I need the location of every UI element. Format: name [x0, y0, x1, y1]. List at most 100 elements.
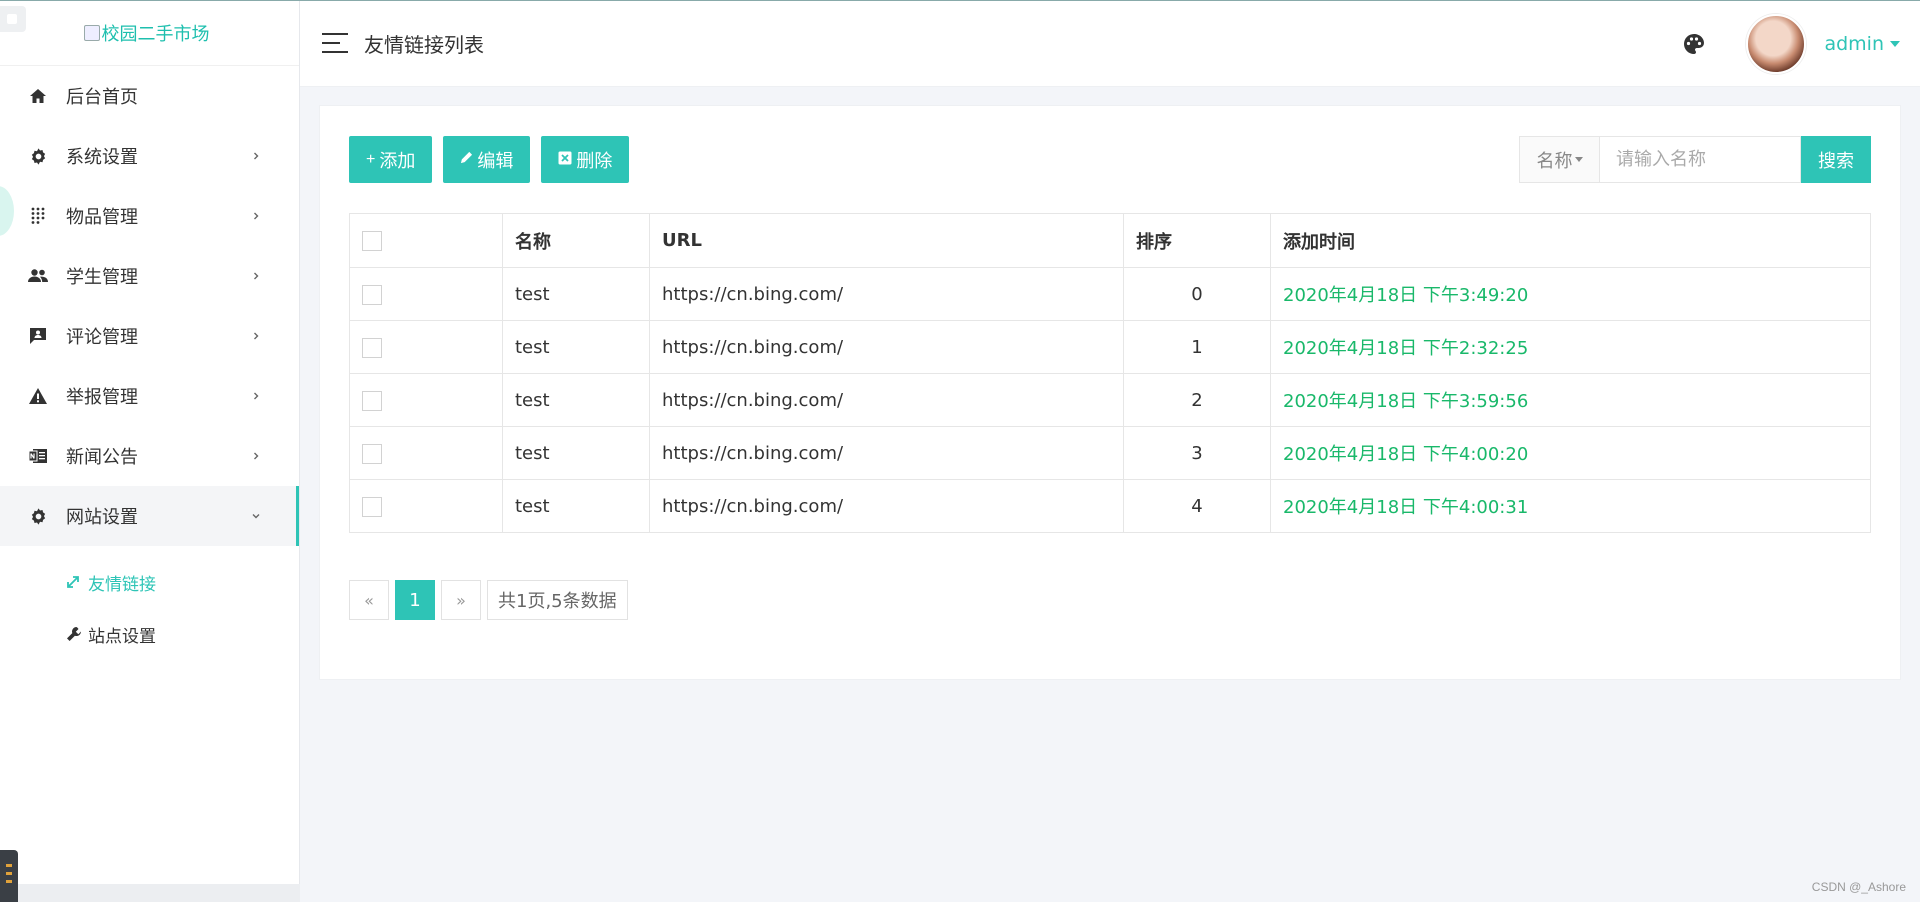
search-button[interactable]: 搜索: [1801, 136, 1871, 183]
cell-order: 2: [1123, 373, 1271, 427]
table-row[interactable]: test https://cn.bing.com/ 3 2020年4月18日 下…: [349, 426, 1871, 480]
sidebar-item-comments[interactable]: 评论管理: [0, 306, 299, 366]
table-row[interactable]: test https://cn.bing.com/ 4 2020年4月18日 下…: [349, 479, 1871, 533]
chevron-right-icon: [254, 452, 259, 460]
sidebar-item-news[interactable]: 新闻公告: [0, 426, 299, 486]
column-header-time[interactable]: 添加时间: [1270, 213, 1871, 268]
cell-order: 0: [1123, 267, 1271, 321]
warning-icon: [28, 386, 48, 406]
chevron-right-icon: [254, 272, 259, 280]
sidebar-item-label: 新闻公告: [66, 447, 138, 468]
palette-icon[interactable]: [1682, 32, 1706, 56]
next-page-button[interactable]: »: [441, 580, 481, 620]
content-card: + 添加 编辑 删除 名称 搜索 名称 URL: [319, 105, 1901, 680]
top-header: 友情链接列表 admin: [300, 0, 1920, 87]
cell-time: 2020年4月18日 下午4:00:20: [1270, 426, 1871, 480]
close-box-icon: [558, 151, 572, 169]
cell-name: test: [502, 479, 650, 533]
row-checkbox[interactable]: [362, 443, 382, 464]
search-field-label: 名称: [1536, 150, 1573, 172]
toolbar: + 添加 编辑 删除: [349, 136, 630, 183]
table-row[interactable]: test https://cn.bing.com/ 2 2020年4月18日 下…: [349, 373, 1871, 427]
pencil-icon: [460, 151, 473, 168]
cell-time: 2020年4月18日 下午4:00:31: [1270, 479, 1871, 533]
user-menu[interactable]: admin: [1824, 33, 1884, 55]
table-header-row: 名称 URL 排序 添加时间: [349, 213, 1871, 268]
menu-toggle-icon[interactable]: [322, 33, 348, 53]
sidebar-item-home[interactable]: 后台首页: [0, 66, 299, 126]
avatar[interactable]: [1746, 13, 1807, 74]
cell-name: test: [502, 426, 650, 480]
row-check-cell: [349, 267, 503, 321]
sidebar-item-label: 系统设置: [66, 147, 138, 168]
cell-time: 2020年4月18日 下午2:32:25: [1270, 320, 1871, 374]
watermark: CSDN @_Ashore: [1811, 880, 1906, 894]
column-header-name[interactable]: 名称: [502, 213, 650, 268]
prev-page-button[interactable]: «: [349, 580, 389, 620]
sidebar-item-label: 学生管理: [66, 267, 138, 288]
logo-area[interactable]: 校园二手市场: [0, 0, 299, 66]
logo-alt-text: 校园二手市场: [101, 23, 210, 45]
logo[interactable]: 校园二手市场: [83, 20, 210, 46]
cell-url: https://cn.bing.com/: [649, 479, 1124, 533]
chevron-right-icon: [254, 332, 259, 340]
sidebar-submenu: 友情链接 站点设置: [0, 546, 299, 660]
sidebar-subitem-label: 站点设置: [88, 626, 156, 647]
sidebar-subitem-site-settings[interactable]: 站点设置: [0, 608, 299, 660]
wrench-icon: [66, 626, 82, 642]
column-header-url[interactable]: URL: [649, 213, 1124, 268]
add-button-label: 添加: [379, 150, 416, 171]
dev-toolbar-tab[interactable]: [0, 850, 18, 902]
row-checkbox[interactable]: [362, 284, 382, 305]
row-check-cell: [349, 426, 503, 480]
chevron-right-icon: [254, 392, 259, 400]
sidebar-subitem-friend-links[interactable]: 友情链接: [0, 556, 299, 608]
sidebar-item-label: 后台首页: [66, 87, 138, 108]
table-row[interactable]: test https://cn.bing.com/ 0 2020年4月18日 下…: [349, 267, 1871, 321]
sidebar-item-website-settings[interactable]: 网站设置: [0, 486, 299, 546]
edit-button[interactable]: 编辑: [443, 136, 531, 183]
pagination-info: 共1页,5条数据: [487, 580, 628, 620]
row-check-cell: [349, 479, 503, 533]
chevron-down-icon: [252, 514, 260, 519]
add-button[interactable]: + 添加: [349, 136, 433, 183]
column-header-order[interactable]: 排序: [1123, 213, 1271, 268]
row-checkbox[interactable]: [362, 390, 382, 411]
cell-time: 2020年4月18日 下午3:49:20: [1270, 267, 1871, 321]
cell-name: test: [502, 320, 650, 374]
users-icon: [28, 266, 48, 286]
cell-url: https://cn.bing.com/: [649, 426, 1124, 480]
cell-name: test: [502, 267, 650, 321]
row-checkbox[interactable]: [362, 496, 382, 517]
row-check-cell: [349, 373, 503, 427]
chevron-right-icon: [254, 152, 259, 160]
sidebar-item-label: 举报管理: [66, 387, 138, 408]
caret-down-icon[interactable]: [1890, 40, 1900, 47]
delete-button-label: 删除: [576, 150, 613, 171]
sidebar-item-students[interactable]: 学生管理: [0, 246, 299, 306]
sidebar-item-goods[interactable]: 物品管理: [0, 186, 299, 246]
cell-time: 2020年4月18日 下午3:59:56: [1270, 373, 1871, 427]
cell-url: https://cn.bing.com/: [649, 373, 1124, 427]
delete-button[interactable]: 删除: [541, 136, 630, 183]
sidebar-item-system-settings[interactable]: 系统设置: [0, 126, 299, 186]
row-checkbox[interactable]: [362, 337, 382, 358]
select-all-cell: [349, 213, 503, 268]
table-row[interactable]: test https://cn.bing.com/ 1 2020年4月18日 下…: [349, 320, 1871, 374]
sidebar-footer: [0, 884, 300, 902]
sidebar-item-label: 物品管理: [66, 207, 138, 228]
gear-icon: [28, 146, 48, 166]
edit-button-label: 编辑: [477, 150, 514, 171]
sidebar-item-reports[interactable]: 举报管理: [0, 366, 299, 426]
select-all-checkbox[interactable]: [362, 231, 382, 251]
page-button-current[interactable]: 1: [395, 580, 435, 620]
news-icon: [28, 446, 48, 466]
sidebar: 校园二手市场 后台首页 系统设置 物品管理 学生管理 评论管理 举报管理 新闻公…: [0, 0, 300, 902]
cell-url: https://cn.bing.com/: [649, 320, 1124, 374]
search-input[interactable]: [1599, 136, 1801, 183]
search-group: 名称 搜索: [1519, 136, 1871, 183]
top-border-line: [0, 0, 1920, 1]
cell-order: 1: [1123, 320, 1271, 374]
search-field-select[interactable]: 名称: [1519, 136, 1599, 183]
grid-icon: [28, 206, 48, 226]
